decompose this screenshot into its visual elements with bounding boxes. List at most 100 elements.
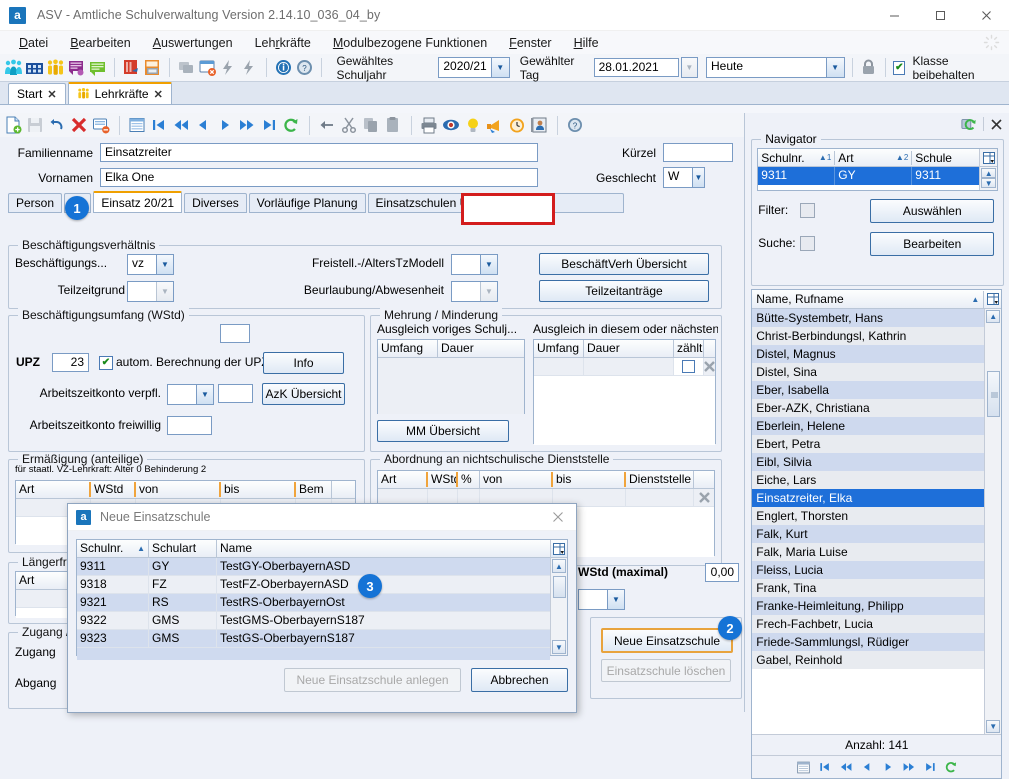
table-row[interactable]: 9322 GMS TestGMS-OberbayernS187 (77, 612, 550, 630)
lehrkraft-list-scrollbar[interactable]: ▲ ▼ (984, 309, 1002, 734)
column-umfang[interactable]: Umfang (534, 340, 584, 357)
column-dauer[interactable]: Dauer (438, 340, 524, 357)
list-item[interactable]: Friede-Sammlungsl, Rüdiger (752, 633, 985, 651)
column-bem[interactable]: Bem (296, 481, 332, 498)
filter-checkbox[interactable] (800, 203, 816, 218)
lock-icon[interactable] (859, 58, 878, 77)
scroll-up-button[interactable]: ▲ (986, 310, 1001, 323)
column-bis[interactable]: bis (553, 471, 626, 488)
column-dienststelle[interactable]: Dienststelle (626, 471, 694, 488)
schuljahr-select[interactable]: 2020/21 ▼ (438, 57, 510, 78)
table-row[interactable]: 9323 GMS TestGS-OberbayernS187 (77, 630, 550, 648)
help-icon[interactable]: ? (566, 116, 585, 135)
beurlaubung-select[interactable]: ▼ (451, 281, 498, 302)
wstd-maximal-input[interactable]: 0,00 (705, 563, 739, 582)
prev-icon[interactable] (194, 116, 213, 135)
next-icon[interactable] (881, 760, 895, 774)
klasse-beibehalten-checkbox[interactable]: ✔ (893, 60, 906, 75)
table-row[interactable]: 9321 RS TestRS-OberbayernOst (77, 594, 550, 612)
menu-datei[interactable]: Datei (8, 34, 59, 52)
column-schule[interactable]: Schule (912, 151, 979, 165)
refresh-icon[interactable] (944, 760, 958, 774)
lehrkraft-list-body[interactable]: Bütte-Systembetr, Hans Christ-Berbindungs… (752, 309, 985, 734)
tab-lehrkraefte[interactable]: Lehrkräfte ✕ (67, 82, 172, 104)
list-item[interactable]: Gabel, Reinhold (752, 651, 985, 669)
table-row[interactable]: 9318 FZ TestFZ-OberbayernASD (77, 576, 550, 594)
scroll-up-button[interactable]: ▲ (981, 168, 997, 178)
tab-start-close-icon[interactable]: ✕ (47, 88, 56, 101)
list-item[interactable]: Franke-Heimleitung, Philipp (752, 597, 985, 615)
schulen-scrollbar[interactable]: ▲ ▼ (550, 540, 567, 655)
autom-upz-checkbox[interactable]: ✔ (99, 356, 113, 370)
list-item[interactable]: Englert, Thorsten (752, 507, 985, 525)
scroll-down-button[interactable]: ▼ (986, 720, 1001, 733)
list-item[interactable]: Distel, Magnus (752, 345, 985, 363)
vornamen-input[interactable]: Elka One (100, 168, 538, 187)
list-item[interactable]: Fleiss, Lucia (752, 561, 985, 579)
table-row[interactable] (534, 358, 715, 376)
tab-lehrkraefte-close-icon[interactable]: ✕ (154, 88, 163, 101)
list-item[interactable]: Eibl, Silvia (752, 453, 985, 471)
upz-input[interactable]: 23 (52, 353, 89, 372)
list-item[interactable]: Frank, Tina (752, 579, 985, 597)
column-dauer[interactable]: Dauer (584, 340, 674, 357)
navigator-row-selected[interactable]: 9311 GY 9311 (758, 167, 980, 185)
list-item[interactable]: Frech-Fachbetr, Lucia (752, 615, 985, 633)
zaehlt-checkbox[interactable] (682, 360, 695, 373)
ausgleich-dieses-grid[interactable]: Umfang Dauer zählt (533, 339, 716, 445)
menu-hilfe[interactable]: Hilfe (563, 34, 610, 52)
maximize-button[interactable] (917, 0, 963, 30)
subtab-vorlaeufige-planung[interactable]: Vorläufige Planung (248, 193, 366, 213)
minimize-button[interactable] (871, 0, 917, 30)
list-item[interactable]: Eberlein, Helene (752, 417, 985, 435)
scroll-down-button[interactable]: ▼ (552, 640, 566, 654)
tag-dropdown[interactable]: ▼ (680, 57, 699, 78)
list-header-label[interactable]: Name, Rufname (752, 292, 971, 306)
azk-uebersicht-button[interactable]: AzK Übersicht (262, 383, 345, 405)
column-umfang[interactable]: Umfang (378, 340, 438, 357)
column-schulart[interactable]: Schulart (149, 540, 217, 557)
azk-freiwillig-input[interactable] (167, 416, 212, 435)
list-item[interactable]: Distel, Sina (752, 363, 985, 381)
record-delete-icon[interactable] (92, 116, 111, 135)
close-icon[interactable] (990, 118, 1003, 131)
azk-verpfl-select[interactable]: ▼ (167, 384, 214, 405)
prev-fast-icon[interactable] (839, 760, 853, 774)
reports-purple-icon[interactable] (67, 58, 86, 77)
column-wstd[interactable]: WStd (91, 481, 136, 498)
help-icon[interactable]: ? (295, 58, 314, 77)
undo-icon[interactable] (48, 116, 67, 135)
reports-green-icon[interactable] (88, 58, 107, 77)
info-button[interactable]: Info (263, 352, 344, 374)
list-item[interactable]: Eiche, Lars (752, 471, 985, 489)
scroll-down-button[interactable]: ▼ (981, 178, 997, 188)
azk-verpfl-input[interactable] (218, 384, 253, 403)
delete-row-icon[interactable] (698, 492, 710, 503)
students-group-icon[interactable] (4, 58, 23, 77)
last-icon[interactable] (260, 116, 279, 135)
first-icon[interactable] (818, 760, 832, 774)
list-item[interactable]: Bütte-Systembetr, Hans (752, 309, 985, 327)
lehrkraft-list[interactable]: Name, Rufname ▲ Bütte-Systembetr, Hans Ch… (751, 289, 1003, 779)
print-icon[interactable] (420, 116, 439, 135)
beschaeftverh-uebersicht-button[interactable]: BeschäftVerh Übersicht (539, 253, 709, 275)
menu-modulbezogene-funktionen[interactable]: Modulbezogene Funktionen (322, 34, 498, 52)
grid-settings-icon[interactable] (983, 290, 1001, 308)
window-close-icon[interactable] (198, 58, 217, 77)
column-prozent[interactable]: % (458, 471, 480, 488)
idea-icon[interactable] (464, 116, 483, 135)
column-schulnr[interactable]: Schulnr. (761, 151, 804, 165)
beschaeftigungsart-select[interactable]: vz ▼ (127, 254, 174, 275)
clock-icon[interactable] (508, 116, 527, 135)
umfang-top-input[interactable] (220, 324, 250, 343)
back-icon[interactable] (318, 116, 337, 135)
next-fast-icon[interactable] (902, 760, 916, 774)
scroll-up-button[interactable]: ▲ (552, 559, 566, 573)
subtab-person[interactable]: Person (8, 193, 63, 213)
teilzeitgrund-select[interactable]: ▼ (127, 281, 174, 302)
einsatzschule-select[interactable]: ▼ (578, 589, 625, 610)
close-button[interactable] (963, 0, 1009, 30)
school-building-icon[interactable] (25, 58, 44, 77)
column-name[interactable]: Name (217, 540, 550, 557)
menu-fenster[interactable]: Fenster (498, 34, 562, 52)
